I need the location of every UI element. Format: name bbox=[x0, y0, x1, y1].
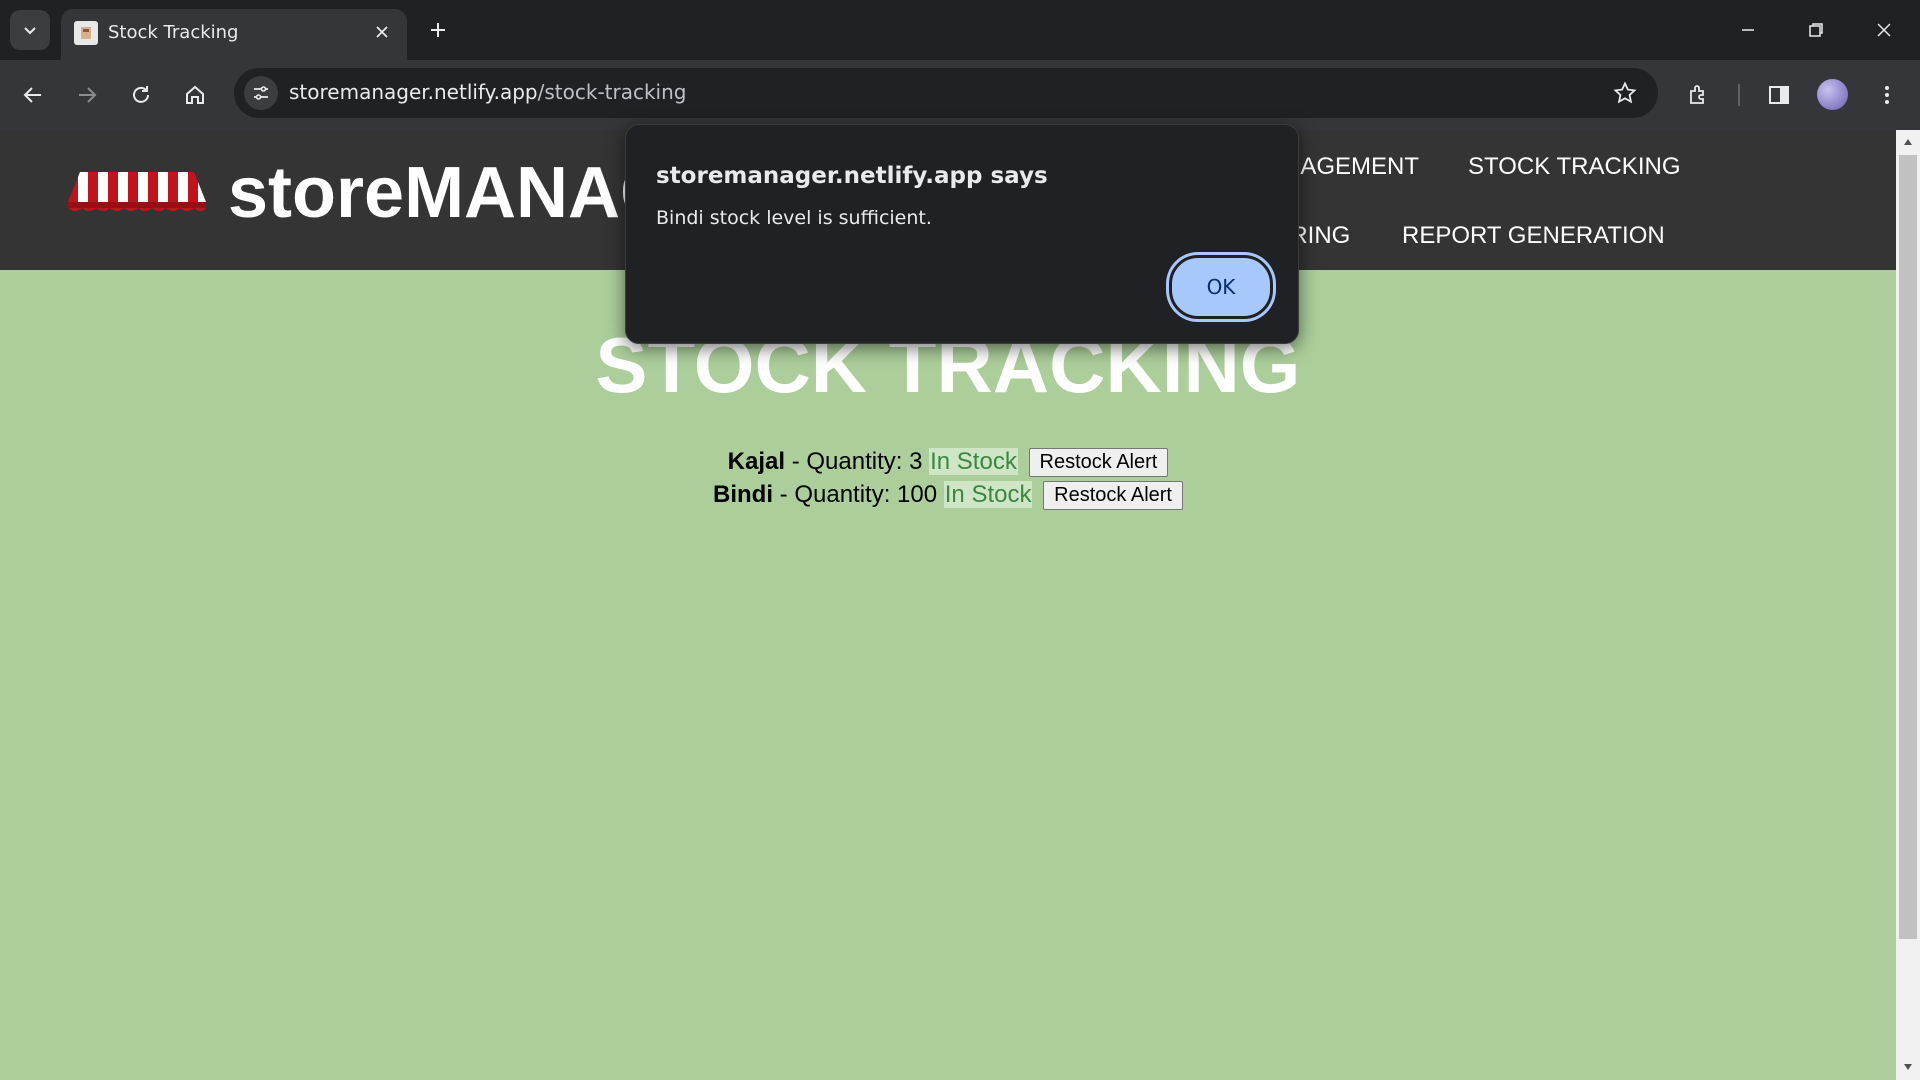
url-host: storemanager.netlify.app bbox=[289, 80, 538, 104]
scrollbar-thumb[interactable] bbox=[1899, 155, 1917, 939]
status-badge: In Stock bbox=[943, 481, 1033, 508]
scroll-down-icon[interactable] bbox=[1900, 1060, 1916, 1074]
site-info-icon[interactable] bbox=[244, 76, 278, 110]
item-name: Kajal bbox=[727, 448, 786, 475]
address-bar[interactable]: storemanager.netlify.app/stock-tracking bbox=[234, 68, 1658, 118]
bookmark-star-icon[interactable] bbox=[1612, 80, 1638, 106]
favicon-icon bbox=[74, 21, 98, 45]
minimize-icon[interactable] bbox=[1732, 14, 1764, 46]
alert-dialog: storemanager.netlify.app says Bindi stoc… bbox=[625, 124, 1299, 344]
url-text: storemanager.netlify.app/stock-tracking bbox=[289, 80, 686, 104]
close-window-icon[interactable] bbox=[1868, 14, 1900, 46]
more-menu-icon[interactable] bbox=[1870, 78, 1904, 112]
chevron-down-icon bbox=[24, 27, 36, 35]
forward-icon[interactable] bbox=[70, 78, 104, 112]
scroll-up-icon[interactable] bbox=[1900, 135, 1916, 149]
restock-alert-button[interactable]: Restock Alert bbox=[1043, 481, 1183, 511]
browser-toolbar: storemanager.netlify.app/stock-tracking bbox=[0, 60, 1920, 130]
url-path: /stock-tracking bbox=[537, 80, 687, 104]
back-icon[interactable] bbox=[16, 78, 50, 112]
status-badge: In Stock bbox=[929, 448, 1018, 475]
tab-stock-tracking[interactable]: Stock Tracking bbox=[61, 9, 407, 60]
item-name: Bindi bbox=[713, 481, 773, 508]
home-icon[interactable] bbox=[178, 78, 212, 112]
profile-avatar[interactable] bbox=[1817, 79, 1848, 110]
tab-title: Stock Tracking bbox=[108, 22, 239, 43]
reload-icon[interactable] bbox=[124, 78, 158, 112]
stock-list: Kajal - Quantity: 3 In Stock Restock Ale… bbox=[0, 445, 1896, 511]
stock-row: Kajal - Quantity: 3 In Stock Restock Ale… bbox=[0, 445, 1896, 478]
browser-tabstrip: Stock Tracking bbox=[0, 0, 1920, 60]
side-panel-icon[interactable] bbox=[1762, 78, 1796, 112]
dialog-title: storemanager.netlify.app says bbox=[656, 163, 1048, 189]
item-quantity: - Quantity: 100 bbox=[773, 481, 944, 508]
dialog-message: Bindi stock level is sufficient. bbox=[656, 207, 932, 229]
restore-icon[interactable] bbox=[1800, 14, 1832, 46]
ok-button[interactable]: OK bbox=[1169, 255, 1273, 319]
extensions-icon[interactable] bbox=[1682, 78, 1716, 112]
tab-search-button[interactable] bbox=[10, 10, 50, 50]
store-awning-logo-icon bbox=[68, 172, 206, 211]
nav-stock-tracking[interactable]: STOCK TRACKING bbox=[1468, 153, 1680, 181]
tab-close-icon[interactable] bbox=[371, 21, 393, 43]
new-tab-icon[interactable] bbox=[424, 16, 452, 44]
restock-alert-button[interactable]: Restock Alert bbox=[1028, 448, 1169, 478]
nav-report-generation[interactable]: REPORT GENERATION bbox=[1402, 222, 1665, 250]
toolbar-divider bbox=[1738, 84, 1740, 106]
stock-row: Bindi - Quantity: 100 In Stock Restock A… bbox=[0, 478, 1896, 511]
item-quantity: - Quantity: 3 bbox=[785, 448, 930, 475]
